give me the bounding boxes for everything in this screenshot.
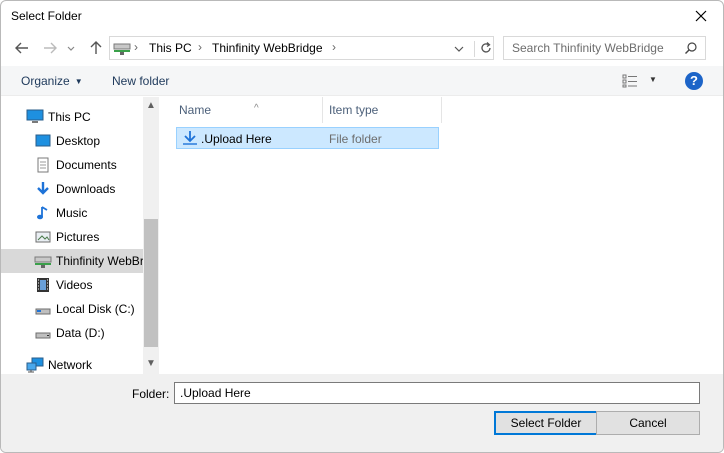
file-name: .Upload Here <box>201 132 272 146</box>
network-icon <box>26 357 44 373</box>
navigation-pane: This PC Desktop Documents Downloads Musi… <box>1 97 159 374</box>
videos-icon <box>35 277 51 293</box>
nav-label: Data (D:) <box>56 326 105 340</box>
address-dropdown-button[interactable] <box>453 43 465 58</box>
search-icon[interactable] <box>684 41 698 58</box>
file-list: ^ Name Item type .Upload Here File folde… <box>160 97 723 374</box>
view-options-button[interactable] <box>622 74 638 91</box>
back-button[interactable] <box>13 39 31 57</box>
downloads-icon <box>35 181 51 197</box>
up-arrow-icon <box>90 41 102 54</box>
chevron-down-icon <box>454 46 464 52</box>
file-type: File folder <box>329 132 382 146</box>
close-button[interactable] <box>693 8 709 24</box>
up-button[interactable] <box>87 39 105 57</box>
nav-item-downloads[interactable]: Downloads <box>1 177 143 201</box>
nav-item-videos[interactable]: Videos <box>1 273 143 297</box>
nav-label: Documents <box>56 158 117 172</box>
nav-label: Local Disk (C:) <box>56 302 135 316</box>
refresh-button[interactable] <box>474 41 492 57</box>
recent-locations-button[interactable] <box>65 39 77 57</box>
disk-icon <box>35 301 51 317</box>
chevron-down-icon <box>67 46 75 51</box>
forward-arrow-icon <box>44 42 57 54</box>
organize-button[interactable]: Organize ▼ <box>21 74 83 88</box>
forward-button[interactable] <box>41 39 59 57</box>
details-view-icon <box>622 74 637 88</box>
caret-down-icon: ▼ <box>74 77 83 86</box>
desktop-icon <box>35 133 51 149</box>
breadcrumb-this-pc[interactable]: This PC <box>149 41 192 55</box>
nav-item-thinfinity-webbridge[interactable]: Thinfinity WebBridge <box>1 249 143 273</box>
nav-label: Downloads <box>56 182 116 196</box>
help-icon[interactable]: ? <box>685 72 703 90</box>
nav-label: Network <box>48 358 93 372</box>
column-header-item-type[interactable]: Item type <box>323 97 441 123</box>
pictures-icon <box>35 229 51 245</box>
address-row: › This PC › Thinfinity WebBridge › <box>1 33 723 63</box>
nav-label: Music <box>56 206 88 220</box>
file-row-upload-here[interactable]: .Upload Here File folder <box>176 127 439 149</box>
nav-item-music[interactable]: Music <box>1 201 143 225</box>
nav-item-pictures[interactable]: Pictures <box>1 225 143 249</box>
view-dropdown-button[interactable]: ▼ <box>649 75 657 84</box>
nav-scrollbar[interactable]: ▲ ▼ <box>143 97 159 374</box>
column-name-label: Name <box>179 103 212 117</box>
breadcrumb-thinfinity-webbridge[interactable]: Thinfinity WebBridge <box>212 41 323 55</box>
disk-icon <box>35 325 51 341</box>
sort-ascending-icon: ^ <box>254 103 259 114</box>
organize-label: Organize <box>21 74 70 88</box>
nav-label: Videos <box>56 278 93 292</box>
search-box <box>503 36 706 60</box>
dialog-title: Select Folder <box>11 9 82 23</box>
scrollbar-thumb[interactable] <box>144 219 158 347</box>
refresh-icon <box>481 42 491 53</box>
nav-item-local-disk-c[interactable]: Local Disk (C:) <box>1 297 143 321</box>
nav-item-this-pc[interactable]: This PC <box>1 105 143 129</box>
nav-label: Thinfinity WebBridge <box>56 254 143 268</box>
title-bar: Select Folder <box>1 1 723 31</box>
network-drive-icon <box>113 42 131 58</box>
scroll-up-icon[interactable]: ▲ <box>146 100 156 111</box>
address-bar[interactable]: › This PC › Thinfinity WebBridge › <box>109 36 494 60</box>
nav-item-data-d[interactable]: Data (D:) <box>1 321 143 345</box>
computer-icon <box>26 109 44 125</box>
network-drive-icon <box>34 253 52 269</box>
cancel-button[interactable]: Cancel <box>596 411 700 435</box>
music-icon <box>35 205 51 221</box>
select-folder-button[interactable]: Select Folder <box>494 411 598 435</box>
back-arrow-icon <box>15 42 28 54</box>
nav-label: Desktop <box>56 134 101 148</box>
folder-name-input[interactable] <box>174 382 700 404</box>
nav-label: Pictures <box>56 230 100 244</box>
nav-item-documents[interactable]: Documents <box>1 153 143 177</box>
column-header-name[interactable]: ^ Name <box>172 97 322 123</box>
column-divider[interactable] <box>441 97 442 123</box>
new-folder-button[interactable]: New folder <box>112 74 169 88</box>
download-folder-icon <box>181 130 199 149</box>
close-icon <box>695 10 707 22</box>
nav-label: This PC <box>48 110 91 124</box>
scroll-down-icon[interactable]: ▼ <box>146 358 156 369</box>
column-type-label: Item type <box>329 103 379 117</box>
command-bar: Organize ▼ New folder ▼ ? <box>1 66 723 96</box>
nav-item-desktop[interactable]: Desktop <box>1 129 143 153</box>
select-folder-dialog: Select Folder › This PC › Thinfinity Web… <box>0 0 724 453</box>
documents-icon <box>35 157 51 173</box>
folder-label: Folder: <box>132 387 170 401</box>
dialog-footer: Folder: Select Folder Cancel <box>1 374 723 452</box>
search-input[interactable] <box>504 37 682 59</box>
